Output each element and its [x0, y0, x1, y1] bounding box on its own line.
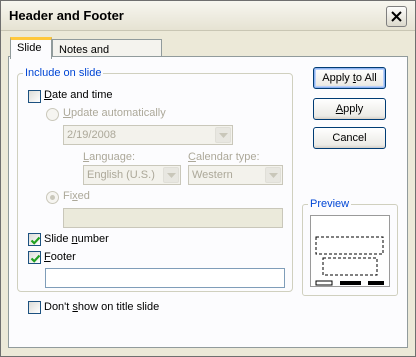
date-time-checkbox[interactable] — [28, 90, 41, 103]
checkmark-icon — [30, 254, 41, 263]
dont-show-title-slide-label: Don't show on title slide — [44, 301, 160, 313]
preview-thumbnail — [310, 215, 390, 287]
chevron-down-icon — [265, 167, 281, 183]
close-button[interactable] — [386, 6, 407, 27]
chevron-down-icon — [163, 167, 179, 183]
apply-to-all-button[interactable]: Apply to All — [313, 67, 386, 89]
tab-slide[interactable]: Slide — [10, 37, 52, 59]
language-label: Language: — [83, 151, 136, 163]
tab-slide-label: Slide — [17, 42, 42, 54]
fixed-radio[interactable] — [46, 191, 59, 204]
calendar-type-value: Western — [192, 169, 233, 181]
language-value: English (U.S.) — [87, 169, 155, 181]
slide-layout-preview — [315, 236, 384, 286]
update-automatically-radio[interactable] — [46, 108, 59, 121]
close-icon — [391, 11, 402, 22]
title-bar[interactable]: Header and Footer — [1, 1, 415, 31]
cancel-button[interactable]: Cancel — [313, 127, 386, 149]
calendar-type-dropdown[interactable]: Western — [188, 165, 283, 185]
update-automatically-label: Update automatically — [63, 107, 166, 119]
slide-number-label: Slide number — [44, 233, 109, 245]
fixed-date-input[interactable] — [63, 208, 283, 228]
footer-text-input[interactable] — [45, 268, 285, 288]
checkmark-icon — [30, 236, 41, 245]
header-footer-dialog: Header and Footer Slide Notes and Handou… — [0, 0, 416, 357]
include-on-slide-label: Include on slide — [23, 67, 104, 79]
date-time-label: Date and time — [44, 89, 113, 101]
calendar-type-label: Calendar type: — [188, 151, 260, 163]
date-format-dropdown[interactable]: 2/19/2008 — [63, 125, 233, 145]
language-dropdown[interactable]: English (U.S.) — [83, 165, 181, 185]
footer-checkbox[interactable] — [28, 251, 41, 264]
preview-label: Preview — [308, 198, 352, 210]
date-format-value: 2/19/2008 — [67, 129, 116, 141]
footer-label: Footer — [44, 251, 76, 263]
dont-show-title-slide-checkbox[interactable] — [28, 301, 41, 314]
chevron-down-icon — [215, 127, 231, 143]
dialog-title: Header and Footer — [9, 8, 124, 23]
apply-button[interactable]: Apply — [313, 98, 386, 120]
slide-number-checkbox[interactable] — [28, 233, 41, 246]
radio-selected-dot — [50, 195, 55, 200]
fixed-label: Fixed — [63, 190, 90, 202]
